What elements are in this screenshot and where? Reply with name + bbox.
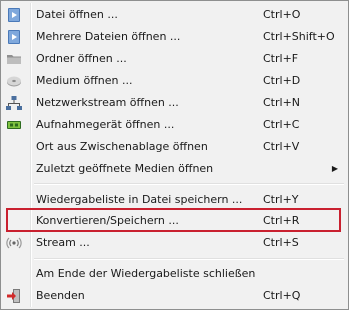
menu-item-shortcut: Ctrl+C <box>263 118 300 131</box>
menu-item-label: Datei öffnen ... <box>36 8 118 21</box>
menu-item-label: Ort aus Zwischenablage öffnen <box>36 140 208 153</box>
highlight-box <box>6 208 341 232</box>
disc-icon <box>6 73 22 89</box>
folder-icon <box>6 51 22 67</box>
menu-item-recent-media[interactable]: Zuletzt geöffnete Medien öffnen ▶ <box>3 158 346 180</box>
play-file-icon <box>6 29 22 45</box>
capture-card-icon <box>6 117 22 133</box>
menu-item-shortcut: Ctrl+N <box>263 96 301 109</box>
menu-item-open-location-from-clipboard[interactable]: Ort aus Zwischenablage öffnen Ctrl+V <box>3 136 346 158</box>
menu-item-shortcut: Ctrl+O <box>263 8 301 21</box>
menu-item-label: Wiedergabeliste in Datei speichern ... <box>36 193 243 206</box>
stream-icon <box>6 235 22 251</box>
menu-item-shortcut: Ctrl+D <box>263 74 301 87</box>
menu-item-label: Aufnahmegerät öffnen ... <box>36 118 175 131</box>
menu-item-quit-at-end-of-playlist[interactable]: Am Ende der Wiedergabeliste schließen <box>3 263 346 285</box>
menu-item-shortcut: Ctrl+Shift+O <box>263 30 335 43</box>
menu-item-open-capture-device[interactable]: Aufnahmegerät öffnen ... Ctrl+C <box>3 114 346 136</box>
menu-item-label: Stream ... <box>36 236 90 249</box>
submenu-arrow-icon: ▶ <box>331 164 338 173</box>
menu-item-stream[interactable]: Stream ... Ctrl+S <box>3 232 346 254</box>
menu-item-quit[interactable]: Beenden Ctrl+Q <box>3 285 346 307</box>
menu-separator <box>34 183 344 185</box>
exit-icon <box>6 288 22 304</box>
play-file-icon <box>6 7 22 23</box>
menu-item-open-file[interactable]: Datei öffnen ... Ctrl+O <box>3 4 346 26</box>
menu-item-shortcut: Ctrl+Y <box>263 193 299 206</box>
menu-item-open-network-stream[interactable]: Netzwerkstream öffnen ... Ctrl+N <box>3 92 346 114</box>
menu-item-open-disc[interactable]: Medium öffnen ... Ctrl+D <box>3 70 346 92</box>
menu-item-label: Mehrere Dateien öffnen ... <box>36 30 181 43</box>
menu-item-shortcut: Ctrl+V <box>263 140 300 153</box>
menu-item-label: Am Ende der Wiedergabeliste schließen <box>36 267 256 280</box>
menu-item-shortcut: Ctrl+Q <box>263 289 301 302</box>
menu-item-shortcut: Ctrl+F <box>263 52 299 65</box>
menu-item-label: Medium öffnen ... <box>36 74 133 87</box>
menu-separator <box>34 258 344 260</box>
menu-item-label: Zuletzt geöffnete Medien öffnen <box>36 162 214 175</box>
menu-item-label: Beenden <box>36 289 85 302</box>
network-icon <box>6 95 22 111</box>
file-context-menu: Datei öffnen ... Ctrl+O Mehrere Dateien … <box>0 0 349 310</box>
menu-item-open-multiple-files[interactable]: Mehrere Dateien öffnen ... Ctrl+Shift+O <box>3 26 346 48</box>
menu-item-open-folder[interactable]: Ordner öffnen ... Ctrl+F <box>3 48 346 70</box>
menu-item-shortcut: Ctrl+S <box>263 236 299 249</box>
menu-item-label: Netzwerkstream öffnen ... <box>36 96 179 109</box>
menu-item-label: Ordner öffnen ... <box>36 52 127 65</box>
